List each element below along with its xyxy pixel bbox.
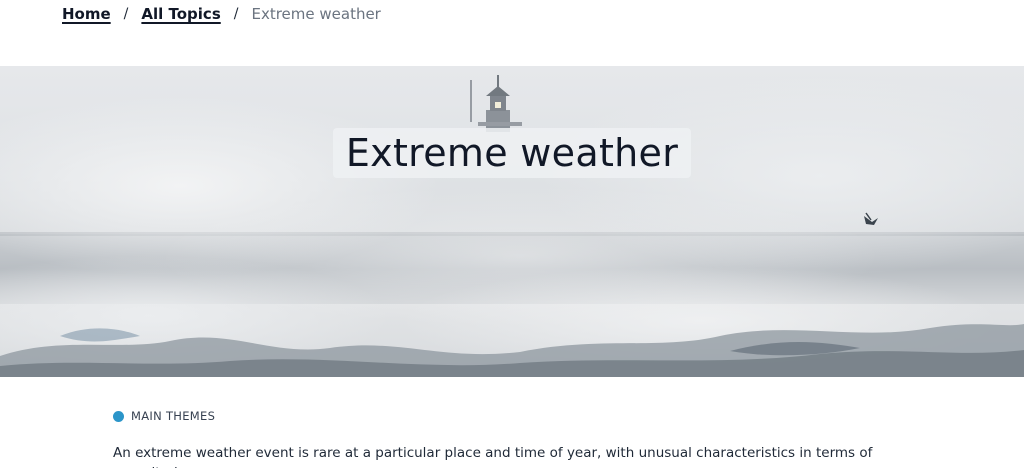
breadcrumb-all-topics-link[interactable]: All Topics	[141, 5, 220, 23]
bullet-dot-icon	[113, 410, 124, 422]
breadcrumb-current: Extreme weather	[251, 5, 381, 23]
lighthouse-icon	[470, 75, 522, 132]
breadcrumb-separator: /	[123, 6, 129, 22]
section-label: MAIN THEMES	[131, 409, 216, 423]
breadcrumb-home-link[interactable]: Home	[62, 5, 111, 23]
page-title: Extreme weather	[345, 131, 679, 175]
main-themes-label: MAIN THEMES	[113, 409, 215, 423]
hero-image	[0, 75, 1024, 377]
hero-title-box: Extreme weather	[333, 128, 691, 178]
breadcrumb-separator: /	[233, 6, 239, 22]
hero-banner: Extreme weather	[0, 66, 1024, 377]
intro-paragraph: An extreme weather event is rare at a pa…	[113, 445, 873, 468]
breadcrumb: Home / All Topics / Extreme weather	[62, 4, 381, 24]
